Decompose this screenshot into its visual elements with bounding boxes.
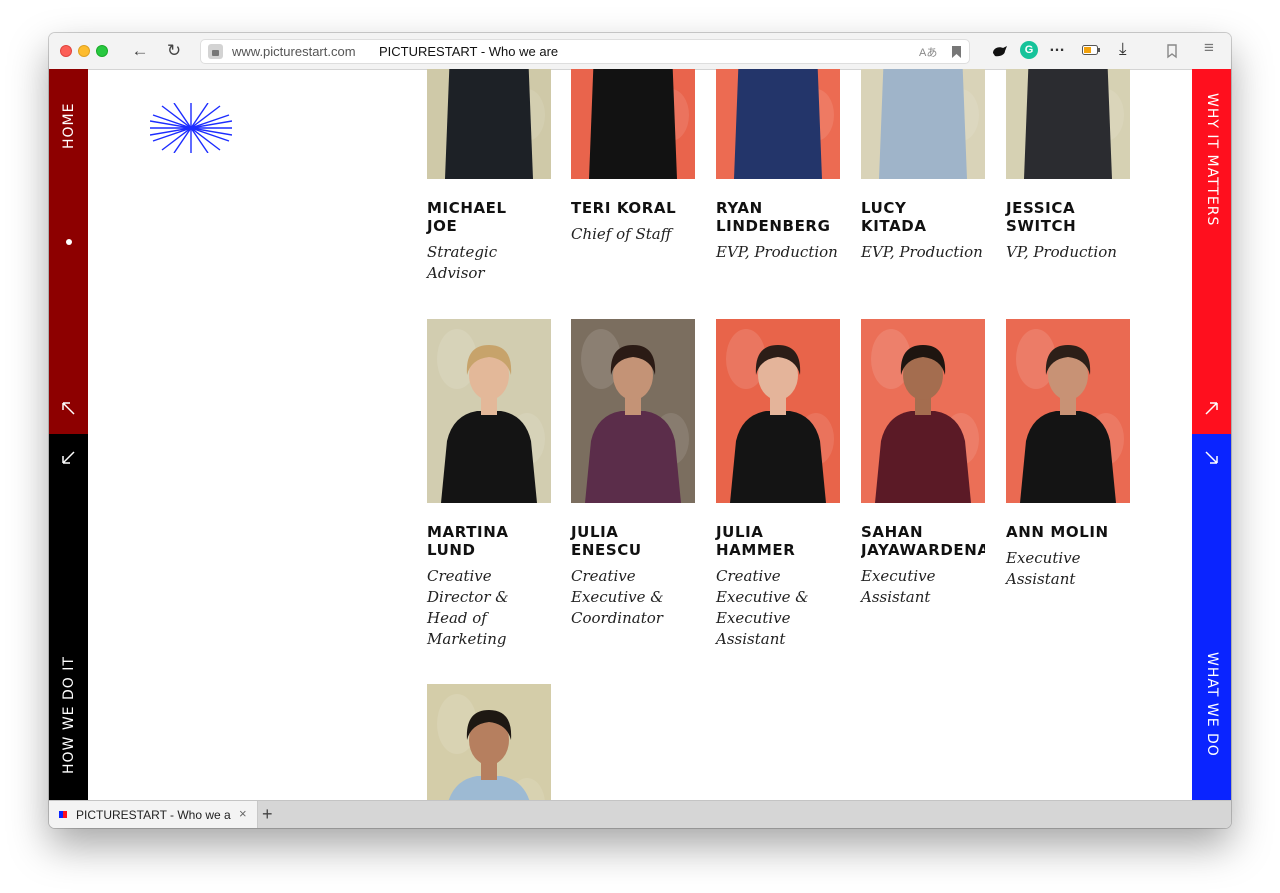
url-page-title: PICTURESTART - Who we are — [379, 44, 559, 59]
team-member-name: TERI KORAL — [571, 199, 677, 217]
team-member-photo[interactable] — [571, 69, 695, 179]
team-member-role: EVP, Production — [861, 243, 983, 261]
team-member-role: VP, Production — [1006, 243, 1117, 261]
team-member-role: Executive Assistant — [1006, 549, 1081, 588]
team-member-name: LUCY KITADA — [861, 199, 927, 235]
team-member-photo[interactable] — [427, 684, 551, 800]
portrait-illustration — [427, 319, 551, 503]
team-member-card[interactable]: LUCY KITADA EVP, Production — [861, 69, 985, 263]
team-member-card[interactable]: ANN MOLIN Executive Assistant — [1006, 319, 1130, 590]
team-member-photo[interactable] — [571, 319, 695, 503]
team-member-name: MARTINA LUND — [427, 523, 509, 559]
team-member-photo[interactable] — [427, 319, 551, 503]
active-dot-icon — [66, 239, 72, 245]
nav-how-panel[interactable]: HOW WE DO IT — [49, 434, 88, 800]
arrow-down-right-icon — [1205, 451, 1218, 464]
team-member-photo[interactable] — [716, 69, 840, 179]
team-member-role: Creative Director & Head of Marketing — [427, 567, 509, 648]
team-content: MICHAEL JOE Strategic Advisor TERI KORAL… — [88, 69, 1192, 800]
grammarly-icon[interactable]: G — [1020, 41, 1038, 59]
portrait-illustration — [571, 69, 695, 179]
reading-list-icon[interactable] — [1165, 43, 1181, 59]
bookmark-icon[interactable] — [951, 45, 962, 59]
browser-window: ← ↻ www.picturestart.com PICTURESTART - … — [49, 33, 1231, 828]
team-member-photo[interactable] — [716, 319, 840, 503]
team-member-name: ANN MOLIN — [1006, 523, 1109, 541]
team-member-card[interactable]: SAHAN JAYAWARDENA Executive Assistant — [861, 319, 985, 608]
team-member-role: Strategic Advisor — [427, 243, 498, 282]
team-member-card[interactable]: JULIA HAMMER Creative Executive & Execut… — [716, 319, 840, 650]
team-member-name: RYAN LINDENBERG — [716, 199, 831, 235]
extension-icon[interactable] — [991, 43, 1009, 59]
address-bar[interactable]: www.picturestart.com PICTURESTART - Who … — [200, 39, 970, 64]
team-member-card[interactable]: MICHAEL JOE Strategic Advisor — [427, 69, 551, 284]
portrait-illustration — [427, 684, 551, 800]
team-member-card[interactable] — [427, 684, 551, 800]
team-member-photo[interactable] — [861, 319, 985, 503]
team-member-card[interactable]: TERI KORAL Chief of Staff — [571, 69, 695, 245]
back-icon[interactable]: ← — [128, 39, 152, 63]
picturestart-logo-icon[interactable] — [150, 103, 232, 153]
team-member-role: Executive Assistant — [861, 567, 936, 606]
tab-strip: PICTURESTART - Who we a × + — [49, 800, 1231, 828]
portrait-illustration — [1006, 319, 1130, 503]
nav-how-label[interactable]: HOW WE DO IT — [61, 656, 77, 774]
nav-home-label[interactable]: HOME — [61, 103, 77, 149]
minimize-window-button[interactable] — [78, 45, 90, 57]
nav-home-panel[interactable]: HOME — [49, 69, 88, 434]
team-member-role: Chief of Staff — [571, 225, 672, 243]
url-domain: www.picturestart.com — [232, 44, 356, 59]
arrow-up-right-icon — [1205, 402, 1218, 415]
team-member-name: JULIA ENESCU — [571, 523, 642, 559]
team-member-role: EVP, Production — [716, 243, 838, 261]
team-member-name: JESSICA SWITCH — [1006, 199, 1077, 235]
download-icon[interactable]: ⤓ — [1119, 39, 1127, 59]
portrait-illustration — [571, 319, 695, 503]
team-member-card[interactable]: MARTINA LUND Creative Director & Head of… — [427, 319, 551, 650]
team-member-name: SAHAN JAYAWARDENA — [861, 523, 985, 559]
portrait-illustration — [716, 69, 840, 179]
nav-why-label[interactable]: WHY IT MATTERS — [1204, 93, 1220, 226]
menu-icon[interactable]: ≡ — [1204, 38, 1214, 58]
battery-icon[interactable] — [1082, 45, 1101, 56]
favicon-icon — [59, 811, 67, 818]
translate-icon[interactable]: Aあ — [919, 44, 937, 60]
overflow-icon[interactable]: … — [1049, 38, 1065, 56]
tab-title: PICTURESTART - Who we a — [76, 808, 231, 822]
team-member-photo[interactable] — [427, 69, 551, 179]
browser-toolbar: ← ↻ www.picturestart.com PICTURESTART - … — [49, 33, 1231, 70]
tab-picturestart[interactable]: PICTURESTART - Who we a × — [49, 801, 258, 828]
team-member-photo[interactable] — [861, 69, 985, 179]
new-tab-icon[interactable]: + — [262, 804, 273, 825]
portrait-illustration — [716, 319, 840, 503]
lock-icon — [208, 44, 223, 59]
team-member-role: Creative Executive & Coordinator — [571, 567, 664, 627]
portrait-illustration — [861, 69, 985, 179]
portrait-illustration — [1006, 69, 1130, 179]
close-tab-icon[interactable]: × — [239, 806, 247, 821]
team-member-card[interactable]: JULIA ENESCU Creative Executive & Coordi… — [571, 319, 695, 629]
nav-why-panel[interactable]: WHY IT MATTERS — [1192, 69, 1231, 434]
reload-icon[interactable]: ↻ — [162, 39, 186, 63]
team-member-card[interactable]: RYAN LINDENBERG EVP, Production — [716, 69, 840, 263]
team-member-name: MICHAEL JOE — [427, 199, 507, 235]
arrow-down-left-icon — [62, 451, 75, 464]
nav-what-label[interactable]: WHAT WE DO — [1204, 652, 1220, 757]
portrait-illustration — [861, 319, 985, 503]
team-member-role: Creative Executive & Executive Assistant — [716, 567, 809, 648]
zoom-window-button[interactable] — [96, 45, 108, 57]
team-member-photo[interactable] — [1006, 69, 1130, 179]
team-member-photo[interactable] — [1006, 319, 1130, 503]
nav-what-panel[interactable]: WHAT WE DO — [1192, 434, 1231, 800]
team-member-name: JULIA HAMMER — [716, 523, 796, 559]
team-member-card[interactable]: JESSICA SWITCH VP, Production — [1006, 69, 1130, 263]
close-window-button[interactable] — [60, 45, 72, 57]
arrow-up-left-icon — [62, 402, 75, 415]
portrait-illustration — [427, 69, 551, 179]
